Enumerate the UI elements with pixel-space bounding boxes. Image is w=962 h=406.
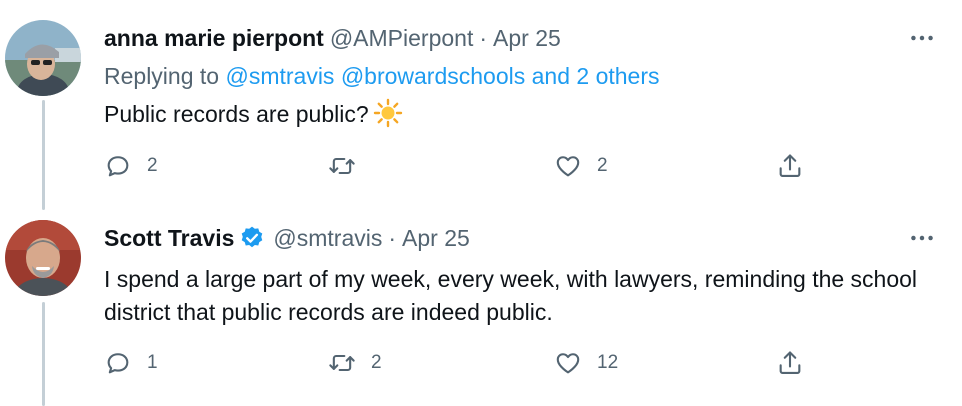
reply-count: 2 [147, 155, 158, 176]
tweet[interactable]: Scott Travis @smtravis · Apr 25 I spend … [0, 210, 962, 406]
share-button[interactable] [776, 148, 804, 184]
separator: · [479, 24, 488, 51]
verified-badge-icon [239, 225, 265, 251]
reply-button[interactable]: 2 [104, 148, 158, 184]
share-icon [776, 152, 804, 180]
tweet-header: anna marie pierpont @AMPierpont · Apr 25 [104, 20, 561, 56]
tweet-actions: 2 2 [104, 148, 824, 184]
replying-to-link[interactable]: @smtravis @browardschools and 2 others [225, 63, 659, 89]
tweet-header: Scott Travis @smtravis · Apr 25 [104, 220, 470, 256]
reply-icon [104, 152, 132, 180]
more-options-icon[interactable] [908, 224, 936, 252]
display-name[interactable]: anna marie pierpont [104, 25, 324, 52]
heart-icon [554, 152, 582, 180]
user-handle[interactable]: @smtravis [273, 225, 382, 252]
reply-count: 1 [147, 352, 158, 373]
like-button[interactable]: 12 [554, 345, 618, 381]
heart-icon [554, 349, 582, 377]
user-handle[interactable]: @AMPierpont [330, 25, 474, 52]
like-count: 12 [597, 352, 619, 373]
display-name[interactable]: Scott Travis [104, 225, 234, 252]
retweet-icon [328, 152, 356, 180]
retweet-count: 2 [371, 352, 382, 373]
replying-prefix: Replying to [104, 63, 220, 89]
tweet-date[interactable]: Apr 25 [402, 225, 470, 252]
tweet-text: I spend a large part of my week, every w… [104, 266, 918, 325]
reply-icon [104, 349, 132, 377]
replying-to: Replying to @smtravis @browardschools an… [104, 63, 660, 90]
retweet-button[interactable]: 2 [328, 345, 382, 381]
more-options-icon[interactable] [908, 24, 936, 52]
tweet-actions: 1 2 12 [104, 345, 824, 381]
retweet-icon [328, 349, 356, 377]
share-button[interactable] [776, 345, 804, 381]
avatar[interactable] [5, 20, 81, 96]
like-button[interactable]: 2 [554, 148, 608, 184]
sun-icon [373, 98, 403, 128]
retweet-button[interactable] [328, 148, 371, 184]
tweet[interactable]: anna marie pierpont @AMPierpont · Apr 25… [0, 0, 962, 210]
reply-button[interactable]: 1 [104, 345, 158, 381]
like-count: 2 [597, 155, 608, 176]
tweet-text: Public records are public? [104, 98, 944, 131]
tweet-date[interactable]: Apr 25 [493, 25, 561, 52]
tweet-text-content: Public records are public? [104, 101, 369, 127]
avatar[interactable] [5, 220, 81, 296]
share-icon [776, 349, 804, 377]
separator: · [388, 224, 397, 251]
